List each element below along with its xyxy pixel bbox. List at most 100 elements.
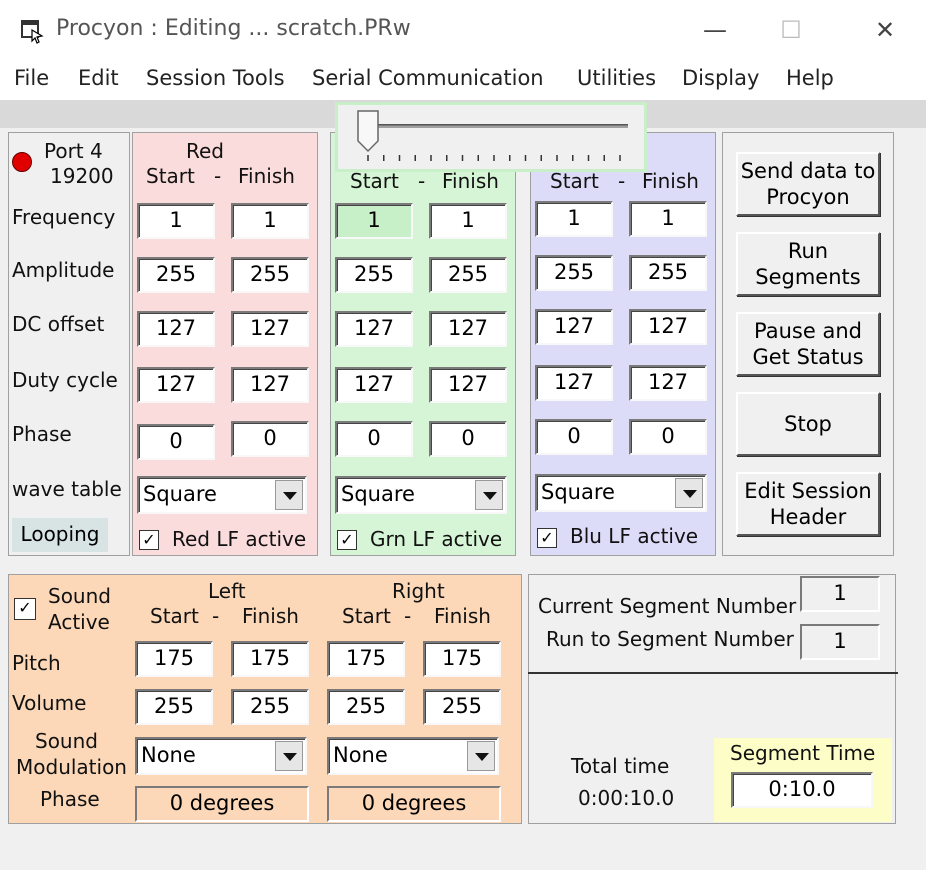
left-finish-header: Finish bbox=[242, 604, 299, 628]
green-dc-offset-start[interactable]: 127 bbox=[335, 311, 413, 347]
red-wave-value: Square bbox=[143, 482, 217, 506]
chevron-down-icon[interactable] bbox=[675, 478, 703, 508]
wave-table-label: wave table bbox=[12, 477, 122, 501]
volume-label: Volume bbox=[12, 691, 87, 715]
run-segments-button[interactable]: Run Segments bbox=[736, 232, 880, 296]
green-frequency-finish[interactable]: 1 bbox=[429, 203, 507, 239]
green-duty-cycle-start[interactable]: 127 bbox=[335, 367, 413, 403]
blue-dc-offset-finish[interactable]: 127 bbox=[629, 309, 707, 345]
left-modulation-value: None bbox=[141, 743, 196, 767]
blue-amplitude-start[interactable]: 255 bbox=[535, 255, 613, 291]
chevron-down-icon[interactable] bbox=[475, 480, 503, 510]
green-phase-start[interactable]: 0 bbox=[335, 421, 413, 457]
green-frequency-start[interactable]: 1 bbox=[335, 203, 413, 239]
current-segment-label: Current Segment Number bbox=[538, 594, 797, 618]
frequency-label: Frequency bbox=[12, 205, 116, 229]
left-volume-start[interactable]: 255 bbox=[135, 689, 213, 725]
chevron-down-icon[interactable] bbox=[275, 480, 303, 510]
red-frequency-finish[interactable]: 1 bbox=[231, 203, 309, 239]
blue-lf-checkbox[interactable]: ✓ bbox=[537, 528, 557, 548]
red-amplitude-start[interactable]: 255 bbox=[137, 257, 215, 293]
menu-edit[interactable]: Edit bbox=[78, 66, 119, 90]
red-amplitude-finish[interactable]: 255 bbox=[231, 257, 309, 293]
pause-label-line2: Get Status bbox=[752, 345, 864, 369]
green-dash: - bbox=[418, 169, 426, 193]
left-pitch-start[interactable]: 175 bbox=[135, 641, 213, 677]
blue-dash: - bbox=[618, 169, 626, 193]
left-volume-finish[interactable]: 255 bbox=[231, 689, 309, 725]
edit-session-header-button[interactable]: Edit Session Header bbox=[736, 472, 880, 536]
right-modulation-select[interactable]: None bbox=[327, 737, 499, 775]
blue-phase-finish[interactable]: 0 bbox=[629, 419, 707, 455]
menu-file[interactable]: File bbox=[14, 66, 49, 90]
run-to-segment-value[interactable]: 1 bbox=[800, 624, 880, 660]
red-dc-offset-finish[interactable]: 127 bbox=[231, 311, 309, 347]
right-finish-header: Finish bbox=[434, 604, 491, 628]
left-title: Left bbox=[208, 579, 246, 603]
divider bbox=[528, 672, 898, 674]
red-wave-select[interactable]: Square bbox=[137, 476, 307, 514]
blue-frequency-start[interactable]: 1 bbox=[535, 201, 613, 237]
menu-serial-communication[interactable]: Serial Communication bbox=[312, 66, 544, 90]
send-data-button[interactable]: Send data to Procyon bbox=[736, 152, 880, 216]
green-phase-finish[interactable]: 0 bbox=[429, 421, 507, 457]
right-pitch-finish[interactable]: 175 bbox=[423, 641, 501, 677]
menu-session-tools[interactable]: Session Tools bbox=[146, 66, 285, 90]
blue-lf-label: Blu LF active bbox=[570, 524, 699, 548]
right-dash: - bbox=[404, 604, 412, 628]
green-dc-offset-finish[interactable]: 127 bbox=[429, 311, 507, 347]
green-lf-checkbox[interactable]: ✓ bbox=[337, 530, 357, 550]
chevron-down-icon[interactable] bbox=[467, 741, 495, 771]
blue-wave-select[interactable]: Square bbox=[535, 474, 707, 512]
red-phase-start[interactable]: 0 bbox=[137, 424, 215, 460]
green-amplitude-finish[interactable]: 255 bbox=[429, 257, 507, 293]
green-lf-label: Grn LF active bbox=[370, 527, 503, 551]
amplitude-label: Amplitude bbox=[12, 258, 115, 282]
red-phase-finish[interactable]: 0 bbox=[231, 421, 309, 457]
total-time-value: 0:00:10.0 bbox=[578, 786, 675, 810]
slider-track[interactable] bbox=[338, 105, 644, 169]
left-pitch-finish[interactable]: 175 bbox=[231, 641, 309, 677]
close-button[interactable]: ✕ bbox=[862, 12, 908, 48]
left-modulation-select[interactable]: None bbox=[135, 737, 307, 775]
modulation-label-line1: Sound bbox=[35, 729, 98, 753]
menu-display[interactable]: Display bbox=[682, 66, 759, 90]
menu-help[interactable]: Help bbox=[786, 66, 834, 90]
green-wave-select[interactable]: Square bbox=[335, 476, 507, 514]
green-amplitude-start[interactable]: 255 bbox=[335, 257, 413, 293]
segment-time-input[interactable]: 0:10.0 bbox=[731, 772, 873, 808]
blue-phase-start[interactable]: 0 bbox=[535, 419, 613, 455]
blue-frequency-finish[interactable]: 1 bbox=[629, 201, 707, 237]
left-phase-display: 0 degrees bbox=[135, 786, 309, 822]
red-start-header: Start bbox=[146, 164, 195, 188]
maximize-button[interactable]: ☐ bbox=[768, 12, 814, 48]
red-dc-offset-start[interactable]: 127 bbox=[137, 311, 215, 347]
red-lf-checkbox[interactable]: ✓ bbox=[139, 530, 159, 550]
port-status-indicator bbox=[12, 152, 32, 172]
right-title: Right bbox=[392, 579, 445, 603]
run-segments-label-line1: Run bbox=[787, 239, 829, 263]
slider-thumb[interactable] bbox=[356, 109, 380, 153]
chevron-down-icon[interactable] bbox=[275, 741, 303, 771]
total-time-label: Total time bbox=[571, 754, 670, 778]
red-frequency-start[interactable]: 1 bbox=[137, 203, 215, 239]
right-pitch-start[interactable]: 175 bbox=[327, 641, 405, 677]
blue-dc-offset-start[interactable]: 127 bbox=[535, 309, 613, 345]
left-start-header: Start bbox=[150, 604, 199, 628]
menu-utilities[interactable]: Utilities bbox=[577, 66, 656, 90]
red-lf-label: Red LF active bbox=[172, 527, 307, 551]
right-volume-start[interactable]: 255 bbox=[327, 689, 405, 725]
red-duty-cycle-start[interactable]: 127 bbox=[137, 367, 215, 403]
sound-active-checkbox[interactable]: ✓ bbox=[14, 598, 36, 620]
minimize-button[interactable]: — bbox=[692, 12, 738, 48]
green-duty-cycle-finish[interactable]: 127 bbox=[429, 367, 507, 403]
red-finish-header: Finish bbox=[238, 164, 295, 188]
blue-amplitude-finish[interactable]: 255 bbox=[629, 255, 707, 291]
stop-button[interactable]: Stop bbox=[736, 392, 880, 456]
red-duty-cycle-finish[interactable]: 127 bbox=[231, 367, 309, 403]
pitch-label: Pitch bbox=[12, 651, 61, 675]
right-volume-finish[interactable]: 255 bbox=[423, 689, 501, 725]
blue-duty-cycle-finish[interactable]: 127 bbox=[629, 365, 707, 401]
blue-duty-cycle-start[interactable]: 127 bbox=[535, 365, 613, 401]
pause-get-status-button[interactable]: Pause and Get Status bbox=[736, 312, 880, 376]
